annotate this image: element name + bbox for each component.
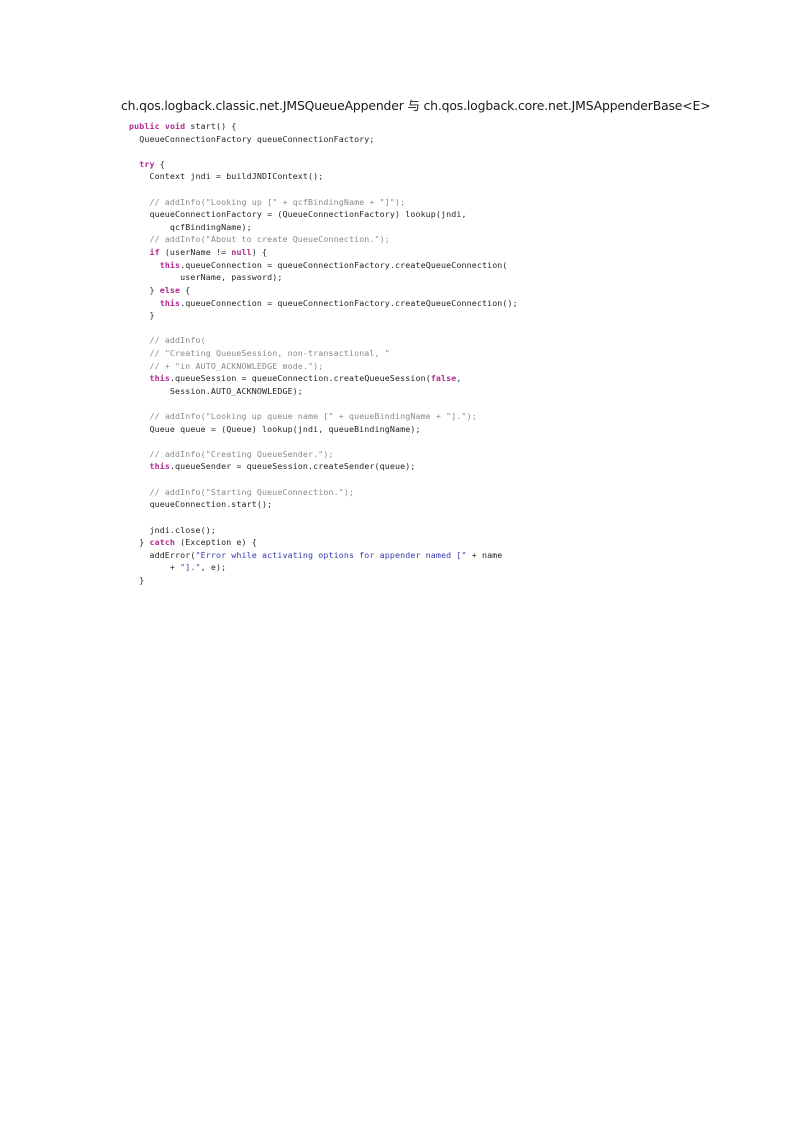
code-line: qcfBindingName); xyxy=(129,221,252,232)
code-line: } xyxy=(129,310,155,321)
code-line: if (userName != null) { xyxy=(149,247,268,258)
code-line: // addInfo("Creating QueueSender."); xyxy=(149,448,334,459)
code-line: this.queueSender = queueSession.createSe… xyxy=(149,461,416,472)
code-line: public void start() { xyxy=(129,121,237,131)
code-line: } catch (Exception e) { xyxy=(129,537,257,548)
code-line: jndi.close(); xyxy=(129,524,216,535)
code-line: } else { xyxy=(129,284,191,295)
code-line: // addInfo("Looking up [" + qcfBindingNa… xyxy=(149,196,406,207)
code-line: // addInfo("Starting QueueConnection."); xyxy=(149,486,355,497)
code-line: try { xyxy=(139,158,165,169)
code-line: Session.AUTO_ACKNOWLEDGE); xyxy=(129,385,303,396)
document-page: ch.qos.logback.classic.net.JMSQueueAppen… xyxy=(0,0,800,1132)
code-line: this.queueSession = queueConnection.crea… xyxy=(149,373,462,384)
code-line: } xyxy=(129,574,145,585)
code-line: // addInfo( xyxy=(149,335,206,346)
code-line: this.queueConnection = queueConnectionFa… xyxy=(159,297,518,308)
code-line: queueConnection.start(); xyxy=(129,499,273,510)
code-line: QueueConnectionFactory queueConnectionFa… xyxy=(129,133,375,144)
code-listing: public void start() { QueueConnectionFac… xyxy=(129,120,729,587)
code-line: + "].", e); xyxy=(129,562,227,573)
code-line: Context jndi = buildJNDIContext(); xyxy=(129,171,324,182)
code-line: // addInfo("About to create QueueConnect… xyxy=(149,234,390,245)
page-title: ch.qos.logback.classic.net.JMSQueueAppen… xyxy=(121,98,711,113)
code-line: userName, password); xyxy=(129,272,283,283)
code-line: // + "in AUTO_ACKNOWLEDGE mode."); xyxy=(149,360,324,371)
code-line: Queue queue = (Queue) lookup(jndi, queue… xyxy=(129,423,421,434)
code-line: addError("Error while activating options… xyxy=(129,549,503,560)
code-line: // addInfo("Looking up queue name [" + q… xyxy=(149,411,477,422)
code-line: // "Creating QueueSession, non-transacti… xyxy=(149,347,390,358)
code-line: queueConnectionFactory = (QueueConnectio… xyxy=(129,209,467,220)
code-line: this.queueConnection = queueConnectionFa… xyxy=(159,259,508,270)
